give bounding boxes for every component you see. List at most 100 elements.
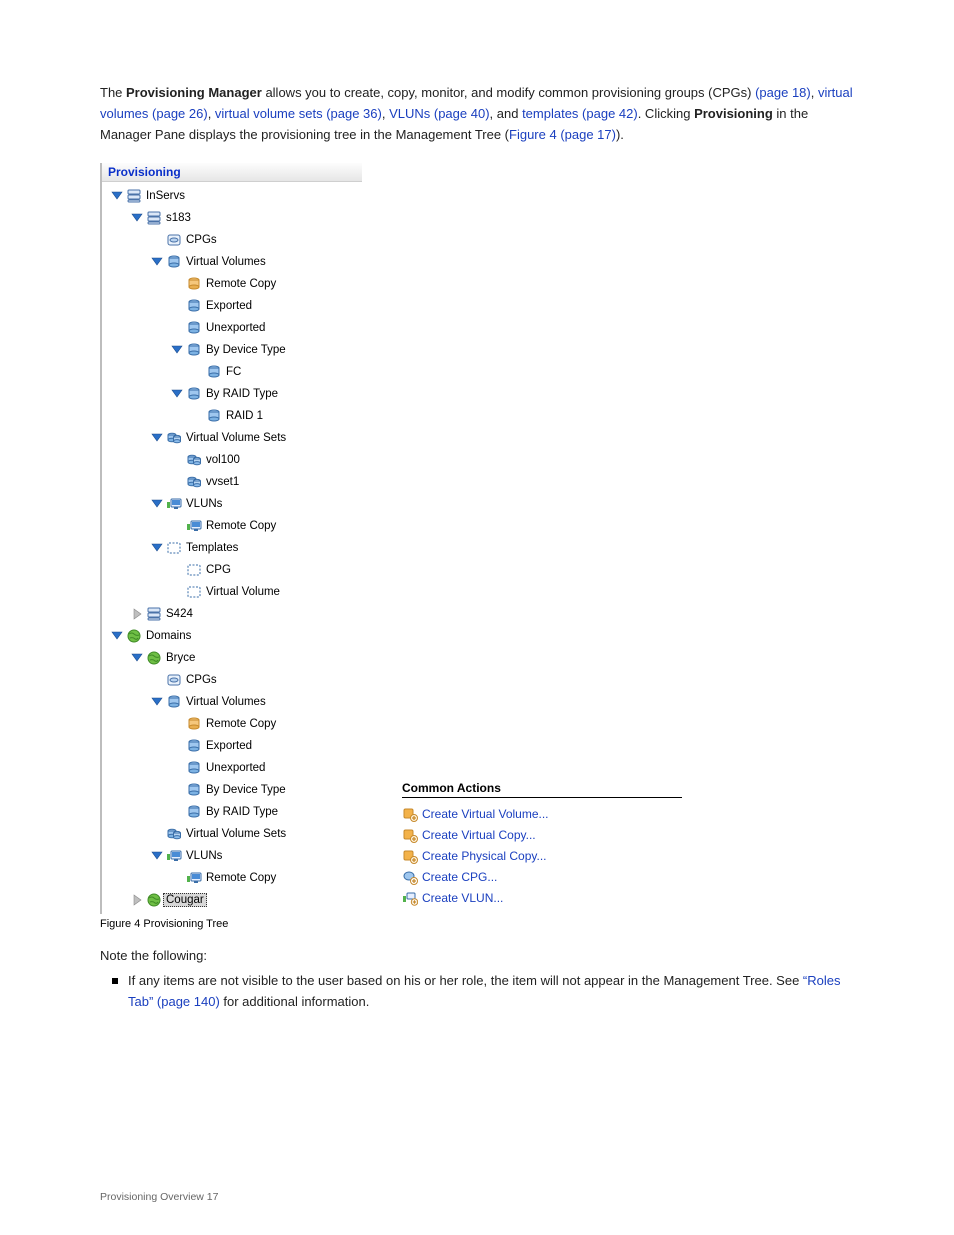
action-create-virtual-volume[interactable]: Create Virtual Volume... bbox=[402, 803, 682, 824]
tree-node-bryce-vvsets[interactable]: Virtual Volume Sets bbox=[104, 823, 360, 845]
tree-node-inservs[interactable]: InServs bbox=[104, 185, 360, 207]
tree-node-vol100[interactable]: vol100 bbox=[104, 449, 360, 471]
cpg-icon bbox=[166, 232, 182, 248]
volume-orange-icon bbox=[186, 276, 202, 292]
server-icon bbox=[146, 606, 162, 622]
tree-node-template-cpg[interactable]: CPG bbox=[104, 559, 360, 581]
tree-node-exported[interactable]: Exported bbox=[104, 295, 360, 317]
tree-node-bryce[interactable]: Bryce bbox=[104, 647, 360, 669]
tree-label: s183 bbox=[163, 212, 191, 224]
tree-label: Virtual Volumes bbox=[183, 696, 266, 708]
triangle-down-icon[interactable] bbox=[170, 343, 184, 357]
volume-set-icon bbox=[166, 430, 182, 446]
tree-node-templates[interactable]: Templates bbox=[104, 537, 360, 559]
panel-header: Provisioning bbox=[102, 163, 362, 182]
triangle-down-icon[interactable] bbox=[150, 255, 164, 269]
link-vv-page[interactable]: (page 26) bbox=[148, 106, 207, 121]
link-templates-page[interactable]: (page 42) bbox=[578, 106, 637, 121]
notes-heading: Note the following: bbox=[100, 946, 854, 967]
tree-node-bryce-vv[interactable]: Virtual Volumes bbox=[104, 691, 360, 713]
volume-icon bbox=[166, 694, 182, 710]
vlun-icon bbox=[186, 870, 202, 886]
tree-label: VLUNs bbox=[183, 850, 222, 862]
volume-orange-icon bbox=[186, 716, 202, 732]
triangle-down-icon[interactable] bbox=[170, 387, 184, 401]
triangle-down-icon[interactable] bbox=[150, 695, 164, 709]
tree-node-unexported[interactable]: Unexported bbox=[104, 317, 360, 339]
action-create-vlun[interactable]: Create VLUN... bbox=[402, 887, 682, 908]
globe-icon bbox=[126, 628, 142, 644]
tree-label: Virtual Volumes bbox=[183, 256, 266, 268]
volume-set-icon bbox=[186, 474, 202, 490]
tree-label: CPG bbox=[203, 564, 231, 576]
tree-node-by-device[interactable]: By Device Type bbox=[104, 339, 360, 361]
divider bbox=[402, 797, 682, 798]
tree-node-bryce-rcopy[interactable]: Remote Copy bbox=[104, 713, 360, 735]
triangle-down-icon[interactable] bbox=[110, 629, 124, 643]
tree-node-vvsets[interactable]: Virtual Volume Sets bbox=[104, 427, 360, 449]
action-label: Create VLUN... bbox=[422, 891, 503, 905]
action-label: Create Virtual Volume... bbox=[422, 807, 549, 821]
triangle-down-icon[interactable] bbox=[110, 189, 124, 203]
action-create-physical-copy[interactable]: Create Physical Copy... bbox=[402, 845, 682, 866]
tree-node-s424[interactable]: S424 bbox=[104, 603, 360, 625]
tree-node-virtual-volumes[interactable]: Virtual Volumes bbox=[104, 251, 360, 273]
tree-node-bryce-vlun-rcopy[interactable]: Remote Copy bbox=[104, 867, 360, 889]
tree-node-bryce-cpgs[interactable]: CPGs bbox=[104, 669, 360, 691]
tree-node-fc[interactable]: FC bbox=[104, 361, 360, 383]
tree-label: Exported bbox=[203, 740, 252, 752]
tree-label: S424 bbox=[163, 608, 193, 620]
tree-node-bryce-by-device[interactable]: By Device Type bbox=[104, 779, 360, 801]
tree-node-remote-copy[interactable]: Remote Copy bbox=[104, 273, 360, 295]
triangle-down-icon[interactable] bbox=[130, 211, 144, 225]
tree-label: By Device Type bbox=[203, 784, 286, 796]
tree-node-bryce-exported[interactable]: Exported bbox=[104, 735, 360, 757]
triangle-right-icon[interactable] bbox=[130, 893, 144, 907]
action-label: Create Virtual Copy... bbox=[422, 828, 536, 842]
link-vluns[interactable]: VLUNs bbox=[389, 106, 430, 121]
tree-node-cougar[interactable]: Cougar bbox=[104, 889, 360, 911]
common-actions-panel: Common Actions Create Virtual Volume... … bbox=[402, 781, 682, 908]
tree-label: FC bbox=[223, 366, 241, 378]
tree-label: Remote Copy bbox=[203, 718, 276, 730]
action-create-virtual-copy[interactable]: Create Virtual Copy... bbox=[402, 824, 682, 845]
tree-node-bryce-vluns[interactable]: VLUNs bbox=[104, 845, 360, 867]
action-create-cpg[interactable]: Create CPG... bbox=[402, 866, 682, 887]
triangle-down-icon[interactable] bbox=[130, 651, 144, 665]
tree-label: vvset1 bbox=[203, 476, 239, 488]
tree-node-cpgs[interactable]: CPGs bbox=[104, 229, 360, 251]
link-vluns-page[interactable]: (page 40) bbox=[430, 106, 489, 121]
link-figure4[interactable]: Figure 4 (page 17) bbox=[509, 127, 616, 142]
add-icon bbox=[402, 890, 418, 906]
tree-node-by-raid[interactable]: By RAID Type bbox=[104, 383, 360, 405]
tree-node-bryce-unexported[interactable]: Unexported bbox=[104, 757, 360, 779]
add-icon bbox=[402, 806, 418, 822]
tree-node-raid1[interactable]: RAID 1 bbox=[104, 405, 360, 427]
tree-label: Remote Copy bbox=[203, 872, 276, 884]
link-cpgs[interactable]: (page 18) bbox=[751, 85, 810, 100]
link-vvsets-page[interactable]: (page 36) bbox=[323, 106, 382, 121]
action-label: Create CPG... bbox=[422, 870, 497, 884]
triangle-down-icon[interactable] bbox=[150, 497, 164, 511]
tree-node-bryce-by-raid[interactable]: By RAID Type bbox=[104, 801, 360, 823]
bullet-icon bbox=[112, 978, 118, 984]
tree-label: Exported bbox=[203, 300, 252, 312]
volume-icon bbox=[206, 408, 222, 424]
tree-node-domains[interactable]: Domains bbox=[104, 625, 360, 647]
action-label: Create Physical Copy... bbox=[422, 849, 547, 863]
tree-node-template-vv[interactable]: Virtual Volume bbox=[104, 581, 360, 603]
tree-node-s183[interactable]: s183 bbox=[104, 207, 360, 229]
triangle-right-icon[interactable] bbox=[130, 607, 144, 621]
triangle-down-icon[interactable] bbox=[150, 849, 164, 863]
triangle-down-icon[interactable] bbox=[150, 431, 164, 445]
tree-node-vlun-remote-copy[interactable]: Remote Copy bbox=[104, 515, 360, 537]
link-templates[interactable]: templates bbox=[522, 106, 578, 121]
tree-node-vluns[interactable]: VLUNs bbox=[104, 493, 360, 515]
triangle-down-icon[interactable] bbox=[150, 541, 164, 555]
link-vvsets[interactable]: virtual volume sets bbox=[215, 106, 323, 121]
tree-label: By RAID Type bbox=[203, 806, 278, 818]
server-icon bbox=[126, 188, 142, 204]
tree-label: vol100 bbox=[203, 454, 240, 466]
tree-node-vvset1[interactable]: vvset1 bbox=[104, 471, 360, 493]
tree-label: Remote Copy bbox=[203, 520, 276, 532]
